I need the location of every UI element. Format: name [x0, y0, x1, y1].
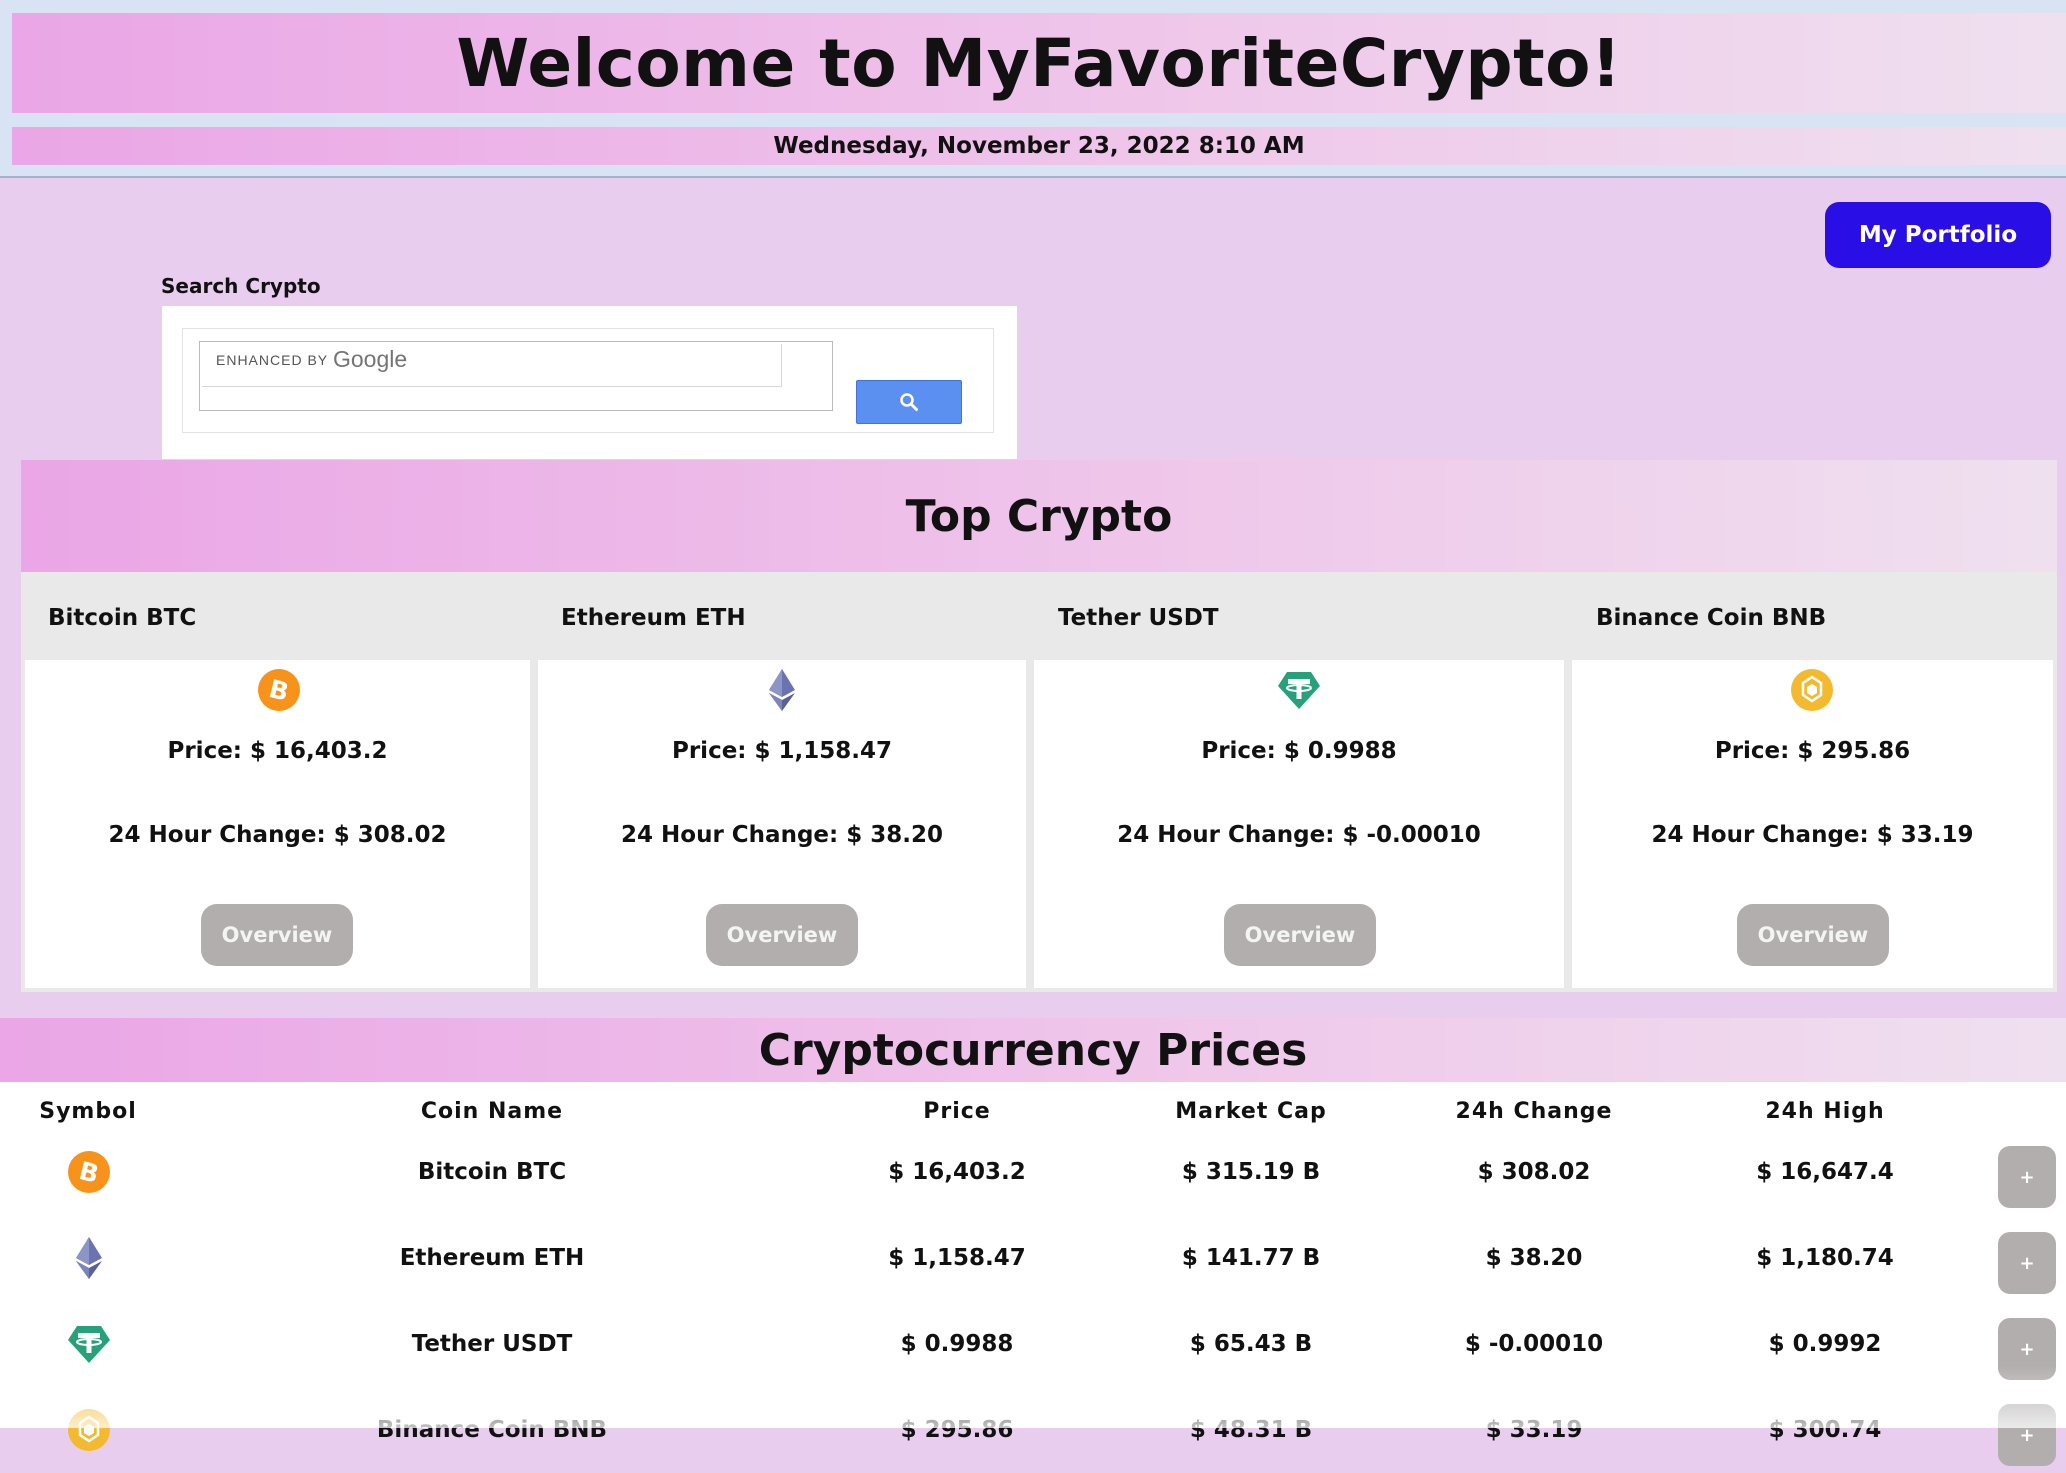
- card-name-tether: Tether USDT: [1058, 605, 1219, 631]
- card-24h-change: 24 Hour Change: $ -0.00010: [1117, 822, 1481, 848]
- card-price: Price: $ 16,403.2: [167, 738, 388, 764]
- coin-name-cell: Bitcoin BTC: [417, 1159, 567, 1185]
- market-cap-cell: $ 65.43 B: [1189, 1331, 1313, 1357]
- change-cell: $ 38.20: [1485, 1245, 1583, 1271]
- current-datetime: Wednesday, November 23, 2022 8:10 AM: [773, 133, 1305, 159]
- header: Welcome to MyFavoriteCrypto! Wednesday, …: [0, 0, 2066, 178]
- crypto-card-ethereum: Price: $ 1,158.47 24 Hour Change: $ 38.2…: [538, 660, 1026, 988]
- card-24h-change: 24 Hour Change: $ 308.02: [108, 822, 447, 848]
- title-banner: Welcome to MyFavoriteCrypto!: [12, 13, 2066, 113]
- tether-icon: [68, 1326, 110, 1363]
- add-to-portfolio-button[interactable]: +: [1998, 1404, 2056, 1466]
- bitcoin-icon: B: [68, 1151, 110, 1193]
- card-24h-change: 24 Hour Change: $ 38.20: [621, 822, 943, 848]
- ethereum-icon: [76, 1237, 102, 1279]
- card-name-binance: Binance Coin BNB: [1596, 605, 1827, 631]
- high-cell: $ 1,180.74: [1756, 1245, 1894, 1271]
- overview-button[interactable]: Overview: [706, 904, 858, 966]
- top-crypto-title: Top Crypto: [905, 490, 1173, 542]
- search-input[interactable]: ENHANCED BY Google: [199, 341, 833, 411]
- price-cell: $ 1,158.47: [888, 1245, 1026, 1271]
- card-price: Price: $ 0.9988: [1201, 738, 1397, 764]
- high-cell: $ 16,647.4: [1756, 1159, 1894, 1185]
- price-cell: $ 295.86: [900, 1417, 1014, 1443]
- crypto-card-bitcoin: B Price: $ 16,403.2 24 Hour Change: $ 30…: [25, 660, 530, 988]
- market-cap-cell: $ 141.77 B: [1181, 1245, 1321, 1271]
- bitcoin-icon: B: [258, 669, 300, 711]
- market-cap-cell: $ 48.31 B: [1189, 1417, 1313, 1443]
- top-crypto-section: Top Crypto Bitcoin BTC B Price: $ 16,403…: [21, 460, 2057, 992]
- coin-name-cell: Binance Coin BNB: [376, 1417, 608, 1443]
- google-search-box: ENHANCED BY Google: [162, 306, 1017, 459]
- card-price: Price: $ 295.86: [1714, 738, 1911, 764]
- change-cell: $ -0.00010: [1464, 1331, 1604, 1357]
- coin-name-cell: Tether USDT: [411, 1331, 573, 1357]
- column-header-symbol: Symbol: [39, 1099, 137, 1124]
- overview-button[interactable]: Overview: [201, 904, 353, 966]
- card-price: Price: $ 1,158.47: [671, 738, 893, 764]
- card-24h-change: 24 Hour Change: $ 33.19: [1651, 822, 1974, 848]
- my-portfolio-button[interactable]: My Portfolio: [1825, 202, 2051, 268]
- enhanced-by-label: ENHANCED BY: [216, 352, 329, 368]
- google-brand-label: Google: [333, 346, 408, 372]
- table-row: Binance Coin BNB $ 295.86 $ 48.31 B $ 33…: [0, 1387, 2066, 1473]
- search-button[interactable]: [856, 380, 962, 424]
- column-header-price: Price: [923, 1099, 991, 1124]
- high-cell: $ 0.9992: [1768, 1331, 1882, 1357]
- binance-icon: [68, 1409, 110, 1451]
- table-row: Ethereum ETH $ 1,158.47 $ 141.77 B $ 38.…: [0, 1215, 2066, 1301]
- top-crypto-header: Top Crypto: [21, 460, 2057, 572]
- ethereum-icon: [769, 669, 795, 711]
- crypto-card-binance: Price: $ 295.86 24 Hour Change: $ 33.19 …: [1572, 660, 2053, 988]
- card-name-bitcoin: Bitcoin BTC: [48, 605, 197, 631]
- price-cell: $ 16,403.2: [888, 1159, 1026, 1185]
- column-header-24h-change: 24h Change: [1455, 1099, 1613, 1124]
- prices-header: Cryptocurrency Prices: [0, 1018, 2066, 1082]
- binance-icon: [1791, 669, 1833, 711]
- market-cap-cell: $ 315.19 B: [1181, 1159, 1321, 1185]
- column-header-market-cap: Market Cap: [1175, 1099, 1327, 1124]
- add-to-portfolio-button[interactable]: +: [1998, 1146, 2056, 1208]
- search-icon: [900, 393, 918, 411]
- search-form: ENHANCED BY Google: [182, 328, 994, 433]
- column-header-coin-name: Coin Name: [420, 1099, 564, 1124]
- add-to-portfolio-button[interactable]: +: [1998, 1232, 2056, 1294]
- crypto-card-tether: Price: $ 0.9988 24 Hour Change: $ -0.000…: [1034, 660, 1564, 988]
- overview-button[interactable]: Overview: [1224, 904, 1376, 966]
- table-row: Tether USDT $ 0.9988 $ 65.43 B $ -0.0001…: [0, 1301, 2066, 1387]
- column-header-24h-high: 24h High: [1765, 1099, 1885, 1124]
- prices-table: Symbol Coin Name Price Market Cap 24h Ch…: [0, 1082, 2066, 1466]
- overview-button[interactable]: Overview: [1737, 904, 1889, 966]
- add-to-portfolio-button[interactable]: +: [1998, 1318, 2056, 1380]
- coin-name-cell: Ethereum ETH: [399, 1245, 585, 1271]
- change-cell: $ 308.02: [1477, 1159, 1591, 1185]
- change-cell: $ 33.19: [1485, 1417, 1583, 1443]
- date-banner: Wednesday, November 23, 2022 8:10 AM: [12, 127, 2066, 165]
- tether-icon: [1278, 672, 1320, 709]
- price-cell: $ 0.9988: [900, 1331, 1014, 1357]
- search-label: Search Crypto: [161, 274, 321, 298]
- prices-title: Cryptocurrency Prices: [758, 1024, 1308, 1076]
- page-title: Welcome to MyFavoriteCrypto!: [456, 24, 1622, 102]
- high-cell: $ 300.74: [1768, 1417, 1882, 1443]
- card-name-ethereum: Ethereum ETH: [561, 605, 746, 631]
- table-row: B Bitcoin BTC $ 16,403.2 $ 315.19 B $ 30…: [0, 1129, 2066, 1215]
